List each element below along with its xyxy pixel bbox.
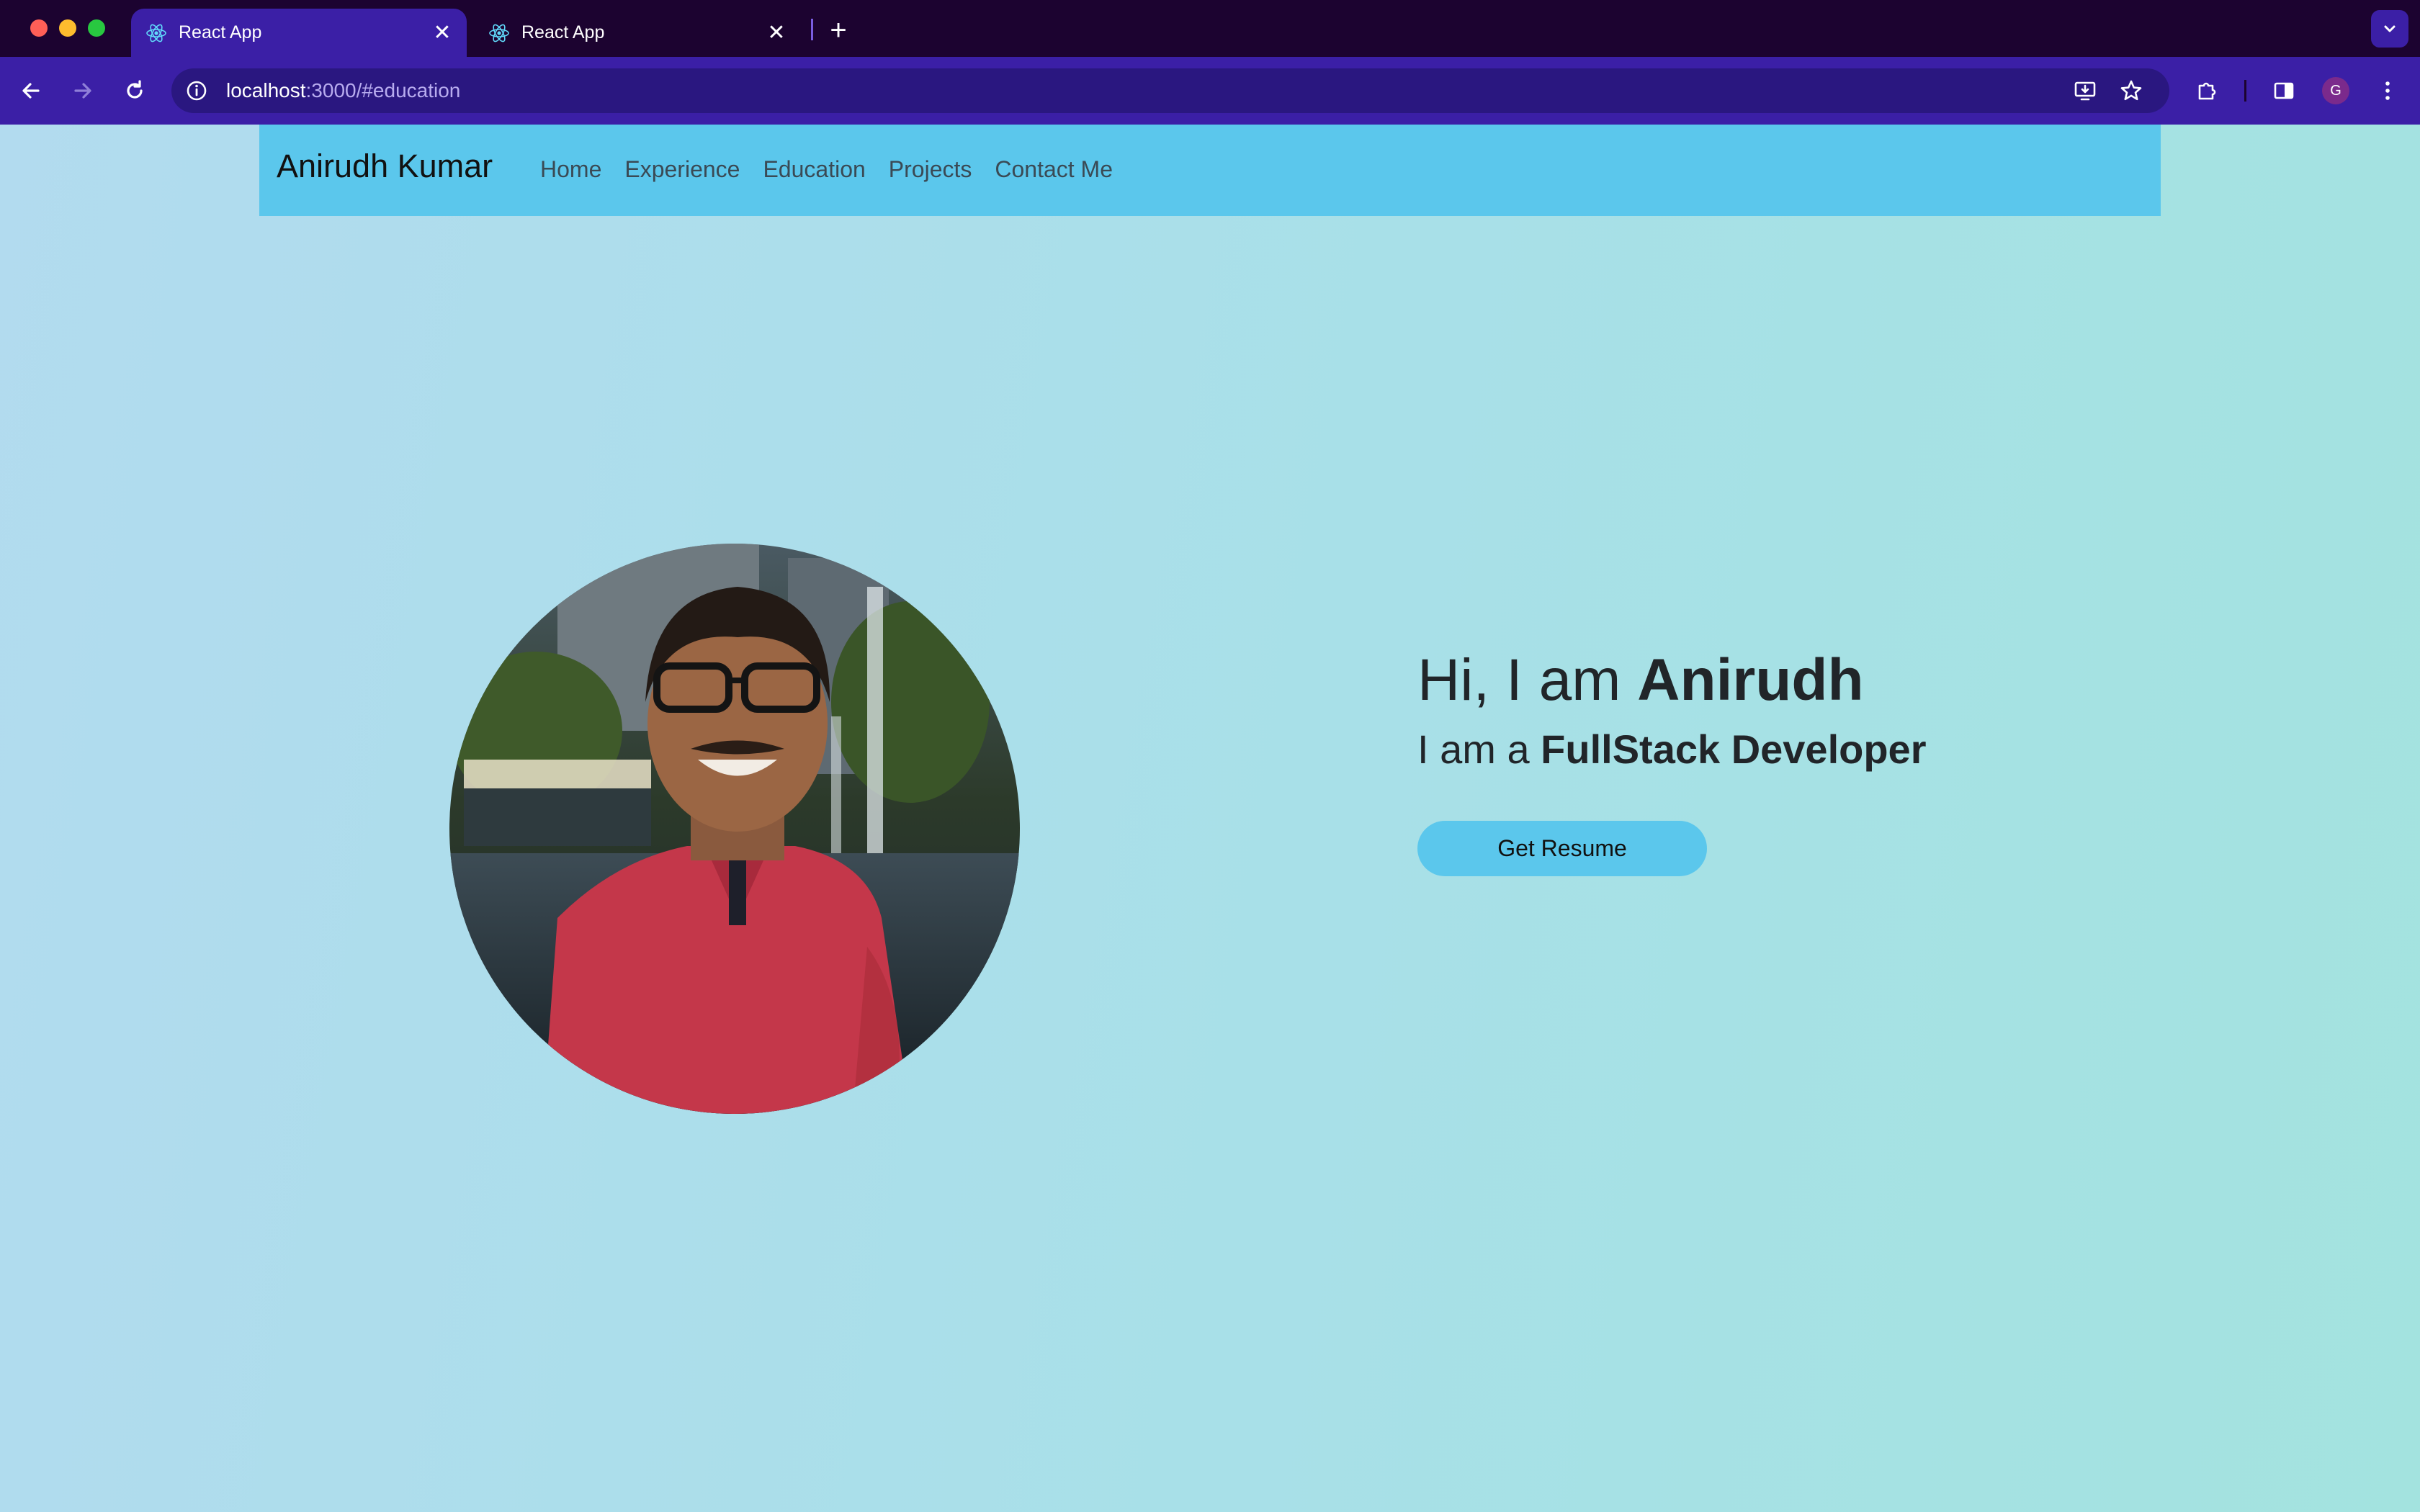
browser-toolbar: localhost:3000/#education G — [0, 57, 2420, 125]
tab-separator — [811, 19, 813, 40]
side-panel-icon[interactable] — [2266, 73, 2302, 109]
nav-link-home[interactable]: Home — [540, 156, 601, 183]
nav-link-experience[interactable]: Experience — [624, 156, 740, 183]
install-app-icon[interactable] — [2073, 78, 2097, 103]
close-window-button[interactable] — [30, 19, 48, 37]
nav-links: Home Experience Education Projects Conta… — [540, 156, 1136, 183]
site-navbar: Anirudh Kumar Home Experience Education … — [259, 125, 2161, 216]
navbar-brand[interactable]: Anirudh Kumar — [277, 148, 493, 185]
react-logo-icon — [144, 21, 169, 45]
tab-title: React App — [521, 22, 605, 42]
browser-tab-active[interactable]: React App ✕ — [131, 9, 467, 57]
role-prefix: I am a — [1417, 726, 1541, 772]
toolbar-divider — [2244, 80, 2246, 102]
nav-link-contact[interactable]: Contact Me — [995, 156, 1113, 183]
get-resume-button[interactable]: Get Resume — [1417, 821, 1707, 876]
tab-search-chevron-icon[interactable] — [2371, 10, 2408, 48]
minimize-window-button[interactable] — [59, 19, 76, 37]
back-arrow-icon[interactable] — [13, 73, 49, 109]
greeting-prefix: Hi, I am — [1417, 647, 1638, 713]
more-menu-icon[interactable] — [2370, 73, 2406, 109]
tab-title: React App — [179, 22, 262, 42]
close-tab-icon[interactable]: ✕ — [762, 19, 791, 48]
maximize-window-button[interactable] — [88, 19, 105, 37]
nav-link-education[interactable]: Education — [763, 156, 865, 183]
nav-link-projects[interactable]: Projects — [889, 156, 972, 183]
new-tab-plus-icon[interactable]: + — [824, 14, 853, 46]
browser-tab-bar: React App ✕ React App ✕ + — [0, 0, 2420, 57]
url-path: :3000/#education — [305, 79, 461, 102]
browser-tab[interactable]: React App ✕ — [474, 9, 801, 57]
profile-avatar[interactable]: G — [2322, 77, 2349, 104]
extensions-puzzle-icon[interactable] — [2190, 73, 2226, 109]
address-bar[interactable]: localhost:3000/#education — [171, 68, 2169, 113]
hero-role: I am a FullStack Developer — [1417, 726, 1926, 773]
site-info-icon[interactable] — [184, 78, 209, 103]
react-logo-icon — [487, 21, 511, 45]
reload-icon[interactable] — [117, 73, 153, 109]
greeting-name: Anirudh — [1637, 647, 1864, 713]
bookmark-star-icon[interactable] — [2119, 78, 2143, 103]
role-title: FullStack Developer — [1541, 726, 1927, 772]
profile-photo — [449, 544, 1020, 1114]
url-text: localhost:3000/#education — [226, 79, 460, 102]
close-tab-icon[interactable]: ✕ — [428, 19, 457, 48]
url-host: localhost — [226, 79, 306, 102]
hero-greeting: Hi, I am Anirudh — [1417, 647, 1864, 714]
forward-arrow-icon[interactable] — [65, 73, 101, 109]
